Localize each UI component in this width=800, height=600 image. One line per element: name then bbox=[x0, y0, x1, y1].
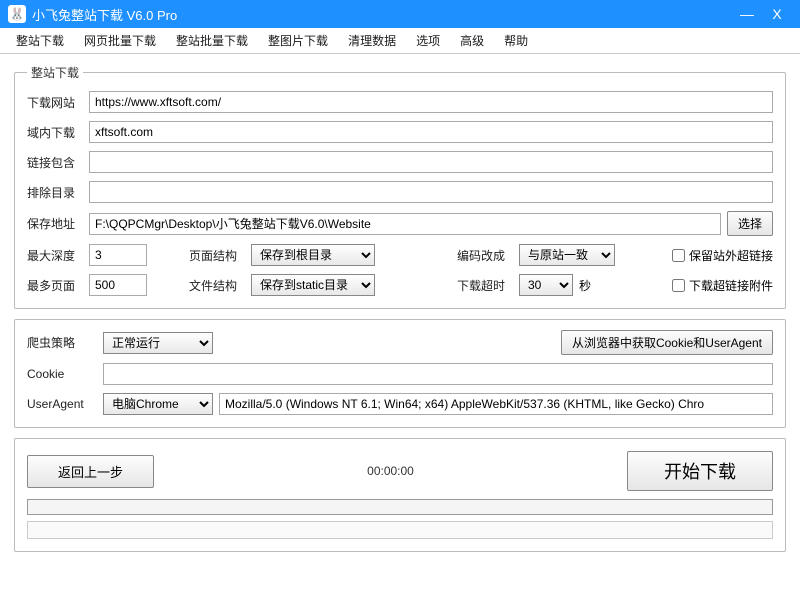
download-site-label: 下载网站 bbox=[27, 94, 83, 111]
file-struct-select[interactable]: 保存到static目录 bbox=[251, 274, 375, 296]
close-button[interactable]: X bbox=[762, 6, 792, 22]
link-contain-label: 链接包含 bbox=[27, 154, 83, 171]
menu-clear-data[interactable]: 清理数据 bbox=[338, 28, 406, 53]
useragent-label: UserAgent bbox=[27, 397, 97, 411]
titlebar: 🐰 小飞兔整站下载 V6.0 Pro — X bbox=[0, 0, 800, 28]
crawler-settings-group: 爬虫策略 正常运行 从浏览器中获取Cookie和UserAgent Cookie… bbox=[14, 319, 786, 428]
elapsed-timer: 00:00:00 bbox=[164, 464, 617, 478]
file-struct-label: 文件结构 bbox=[189, 277, 245, 294]
download-site-input[interactable] bbox=[89, 91, 773, 113]
window-title: 小飞兔整站下载 V6.0 Pro bbox=[32, 5, 732, 24]
ua-browser-select[interactable]: 电脑Chrome bbox=[103, 393, 213, 415]
menu-site-download[interactable]: 整站下载 bbox=[6, 28, 74, 53]
max-depth-label: 最大深度 bbox=[27, 247, 83, 264]
menu-site-batch[interactable]: 整站批量下载 bbox=[166, 28, 258, 53]
crawler-strategy-select[interactable]: 正常运行 bbox=[103, 332, 213, 354]
menu-image-download[interactable]: 整图片下载 bbox=[258, 28, 338, 53]
timeout-unit: 秒 bbox=[579, 277, 591, 294]
download-attach-checkbox[interactable]: 下载超链接附件 bbox=[672, 277, 773, 294]
timeout-label: 下载超时 bbox=[457, 277, 513, 294]
group-legend: 整站下载 bbox=[27, 64, 83, 81]
menu-page-batch[interactable]: 网页批量下载 bbox=[74, 28, 166, 53]
menu-advanced[interactable]: 高级 bbox=[450, 28, 494, 53]
start-download-button[interactable]: 开始下载 bbox=[627, 451, 773, 491]
progress-bar bbox=[27, 499, 773, 515]
page-struct-select[interactable]: 保存到根目录 bbox=[251, 244, 375, 266]
get-cookie-ua-button[interactable]: 从浏览器中获取Cookie和UserAgent bbox=[561, 330, 773, 355]
encoding-label: 编码改成 bbox=[457, 247, 513, 264]
save-path-label: 保存地址 bbox=[27, 215, 83, 232]
page-struct-label: 页面结构 bbox=[189, 247, 245, 264]
encoding-select[interactable]: 与原站一致 bbox=[519, 244, 615, 266]
domain-label: 域内下载 bbox=[27, 124, 83, 141]
max-pages-input[interactable] bbox=[89, 274, 147, 296]
keep-ext-links-input[interactable] bbox=[672, 249, 685, 262]
timeout-select[interactable]: 30 bbox=[519, 274, 573, 296]
max-depth-input[interactable] bbox=[89, 244, 147, 266]
download-attach-input[interactable] bbox=[672, 279, 685, 292]
status-bar bbox=[27, 521, 773, 539]
keep-ext-links-checkbox[interactable]: 保留站外超链接 bbox=[672, 247, 773, 264]
cookie-input[interactable] bbox=[103, 363, 773, 385]
back-button[interactable]: 返回上一步 bbox=[27, 455, 154, 488]
crawler-strategy-label: 爬虫策略 bbox=[27, 334, 97, 351]
max-pages-label: 最多页面 bbox=[27, 277, 83, 294]
menu-help[interactable]: 帮助 bbox=[494, 28, 538, 53]
download-settings-group: 整站下载 下载网站 域内下载 链接包含 排除目录 保存地址 选择 最大深度 页面… bbox=[14, 64, 786, 309]
action-panel: 返回上一步 00:00:00 开始下载 bbox=[14, 438, 786, 552]
menubar: 整站下载 网页批量下载 整站批量下载 整图片下载 清理数据 选项 高级 帮助 bbox=[0, 28, 800, 54]
choose-path-button[interactable]: 选择 bbox=[727, 211, 773, 236]
minimize-button[interactable]: — bbox=[732, 6, 762, 22]
app-logo-icon: 🐰 bbox=[8, 5, 26, 23]
menu-options[interactable]: 选项 bbox=[406, 28, 450, 53]
save-path-input[interactable] bbox=[89, 213, 721, 235]
cookie-label: Cookie bbox=[27, 367, 97, 381]
domain-input[interactable] bbox=[89, 121, 773, 143]
link-contain-input[interactable] bbox=[89, 151, 773, 173]
useragent-input[interactable] bbox=[219, 393, 773, 415]
exclude-dir-input[interactable] bbox=[89, 181, 773, 203]
exclude-dir-label: 排除目录 bbox=[27, 184, 83, 201]
